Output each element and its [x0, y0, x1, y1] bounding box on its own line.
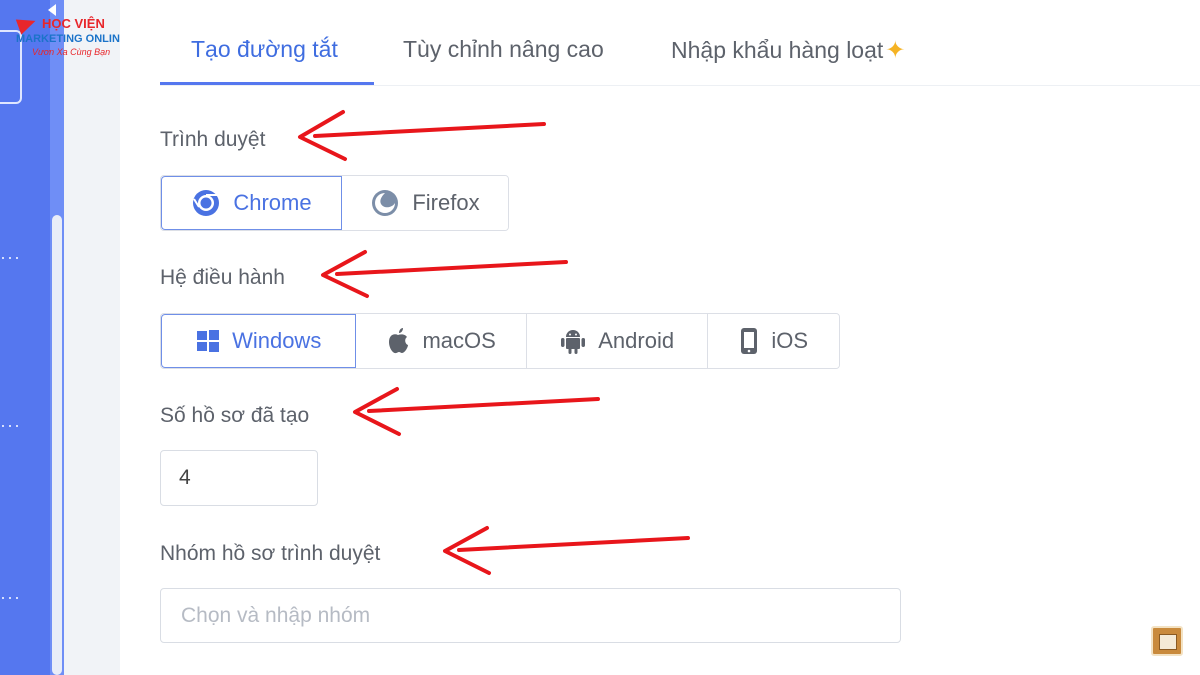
- logo-mark-icon: [15, 13, 39, 35]
- os-option-label: Android: [598, 328, 675, 353]
- os-option-ios[interactable]: iOS: [708, 314, 839, 368]
- tab-label: Tùy chỉnh nâng cao: [403, 36, 604, 62]
- chrome-icon: [193, 190, 220, 216]
- browser-option-firefox[interactable]: Firefox: [341, 176, 508, 230]
- logo-line-2: MARKETING ONLINE: [16, 33, 128, 45]
- watermark-logo: HỌC VIỆN MARKETING ONLINE Vươn Xa Cùng B…: [14, 13, 128, 60]
- os-selector: Windows macOS Android iOS: [160, 313, 840, 369]
- browser-selector: Chrome Firefox: [160, 175, 509, 231]
- profile-group-select[interactable]: Chọn và nhập nhóm: [160, 588, 901, 643]
- tab-label: Tạo đường tắt: [191, 36, 338, 62]
- profiles-count-input[interactable]: 4: [160, 450, 318, 506]
- os-option-label: macOS: [422, 328, 496, 353]
- windows-icon: [197, 330, 220, 352]
- os-option-windows[interactable]: Windows: [161, 314, 357, 368]
- os-option-macos[interactable]: macOS: [356, 314, 527, 368]
- profile-group-label: Nhóm hồ sơ trình duyệt: [160, 542, 381, 565]
- browser-option-label: Chrome: [233, 190, 312, 215]
- logo-line-1: HỌC VIỆN: [42, 16, 105, 31]
- film-strip-icon: [1151, 626, 1183, 656]
- active-tab-indicator: [160, 82, 374, 85]
- more-dots-icon[interactable]: ···: [0, 248, 21, 266]
- browser-label: Trình duyệt: [160, 128, 266, 151]
- firefox-icon: [372, 190, 399, 216]
- browser-option-chrome[interactable]: Chrome: [161, 176, 342, 230]
- ios-device-icon: [741, 328, 758, 354]
- more-dots-icon[interactable]: ···: [0, 588, 21, 606]
- profile-group-placeholder: Chọn và nhập nhóm: [181, 603, 371, 627]
- tab-label: Nhập khẩu hàng loạt: [671, 37, 884, 63]
- sparkle-icon: ✦: [885, 37, 906, 64]
- tab-bar: Tạo đường tắt Tùy chỉnh nâng cao Nhập kh…: [160, 0, 1200, 86]
- profiles-created-label: Số hồ sơ đã tạo: [160, 404, 310, 427]
- sidebar-scrollbar-thumb[interactable]: [52, 215, 62, 675]
- logo-slogan: Vươn Xa Cùng Bạn: [32, 47, 111, 57]
- operating-system-label: Hệ điều hành: [160, 266, 285, 289]
- profiles-count-value: 4: [179, 466, 191, 489]
- os-option-android[interactable]: Android: [526, 314, 709, 368]
- more-dots-icon[interactable]: ···: [0, 416, 21, 434]
- tab-advanced-customization[interactable]: Tùy chỉnh nâng cao: [403, 36, 604, 63]
- android-icon: [561, 330, 586, 354]
- content-gutter: [64, 0, 120, 675]
- apple-icon: [389, 328, 409, 354]
- os-option-label: iOS: [771, 328, 809, 353]
- tab-bulk-import[interactable]: Nhập khẩu hàng loạt✦: [671, 36, 905, 65]
- tab-create-shortcut[interactable]: Tạo đường tắt: [191, 36, 338, 63]
- create-profile-panel: Tạo đường tắt Tùy chỉnh nâng cao Nhập kh…: [120, 0, 1200, 675]
- os-option-label: Windows: [232, 328, 322, 353]
- browser-option-label: Firefox: [412, 190, 480, 215]
